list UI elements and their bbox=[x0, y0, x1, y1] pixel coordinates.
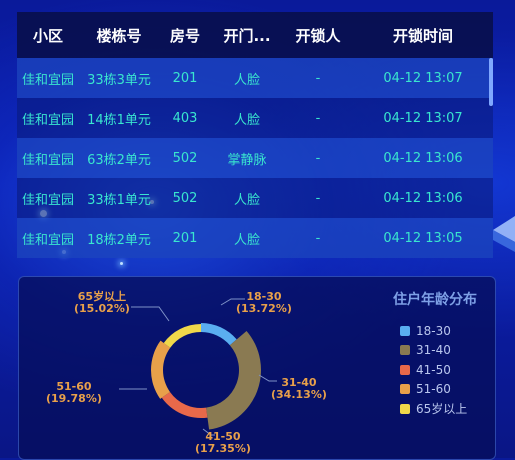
legend-label: 18-30 bbox=[416, 323, 451, 338]
table-row[interactable]: 佳和宜园 33栋3单元 201 人脸 - 04-12 13:07 bbox=[17, 58, 493, 98]
slice-18-30[interactable] bbox=[201, 323, 237, 346]
table-row[interactable]: 佳和宜园 33栋1单元 502 人脸 - 04-12 13:06 bbox=[17, 178, 493, 218]
legend-swatch bbox=[400, 384, 410, 395]
legend-label: 41-50 bbox=[416, 362, 451, 377]
legend-item-18-30[interactable]: 18-30 bbox=[400, 321, 467, 341]
legend-item-41-50[interactable]: 41-50 bbox=[400, 360, 467, 380]
slice-percent: (13.72%) bbox=[236, 302, 292, 315]
column-header-unlock-method[interactable]: 开门... bbox=[211, 25, 283, 46]
slice-65-plus[interactable] bbox=[163, 324, 201, 348]
cell-community: 佳和宜园 bbox=[21, 192, 74, 208]
column-header-room[interactable]: 房号 bbox=[159, 25, 211, 46]
slice-percent: (15.02%) bbox=[74, 302, 130, 315]
column-header-unlocker[interactable]: 开锁人 bbox=[283, 25, 353, 46]
table-header: 小区 楼栋号 房号 开门... 开锁人 开锁时间 bbox=[17, 12, 493, 58]
slice-label-65-plus: 65岁以上 (15.02%) bbox=[74, 291, 130, 315]
cell-unlock-method: 掌静脉 bbox=[227, 152, 267, 168]
cell-community: 佳和宜园 bbox=[21, 112, 74, 128]
cell-unlock-time: 04-12 13:06 bbox=[383, 150, 463, 166]
light-sparkle bbox=[120, 262, 123, 265]
legend-label: 51-60 bbox=[416, 382, 451, 397]
cell-building: 14栋1单元 bbox=[87, 112, 151, 128]
cell-community: 佳和宜园 bbox=[21, 232, 74, 248]
cell-community: 佳和宜园 bbox=[21, 72, 74, 88]
decorative-cube bbox=[493, 216, 515, 252]
slice-label-51-60: 51-60 (19.78%) bbox=[46, 381, 102, 405]
legend-item-51-60[interactable]: 51-60 bbox=[400, 380, 467, 400]
legend-swatch bbox=[400, 325, 410, 336]
slice-label-31-40: 31-40 (34.13%) bbox=[271, 377, 327, 401]
legend-label: 65岁以上 bbox=[416, 402, 468, 417]
cell-unlock-time: 04-12 13:05 bbox=[383, 230, 463, 246]
cell-unlock-method: 人脸 bbox=[233, 192, 260, 208]
cell-room: 502 bbox=[172, 150, 198, 166]
cell-unlocker: - bbox=[315, 230, 321, 246]
cell-unlocker: - bbox=[315, 150, 321, 166]
table-row[interactable]: 佳和宜园 14栋1单元 403 人脸 - 04-12 13:07 bbox=[17, 98, 493, 138]
legend-swatch bbox=[400, 345, 410, 356]
table-row[interactable]: 佳和宜园 18栋2单元 201 人脸 - 04-12 13:05 bbox=[17, 218, 493, 258]
slice-51-60[interactable] bbox=[151, 340, 171, 399]
column-header-building[interactable]: 楼栋号 bbox=[79, 25, 159, 46]
table-scrollbar[interactable] bbox=[489, 58, 493, 106]
slice-31-40[interactable] bbox=[206, 330, 261, 430]
cell-unlocker: - bbox=[315, 110, 321, 126]
table-row[interactable]: 佳和宜园 63栋2单元 502 掌静脉 - 04-12 13:06 bbox=[17, 138, 493, 178]
cell-unlocker: - bbox=[315, 70, 321, 86]
legend-swatch bbox=[400, 364, 410, 375]
leader-line-65-plus bbox=[131, 306, 170, 322]
cell-community: 佳和宜园 bbox=[21, 152, 74, 168]
cell-building: 63栋2单元 bbox=[87, 152, 151, 168]
cell-unlock-method: 人脸 bbox=[233, 72, 260, 88]
column-header-community[interactable]: 小区 bbox=[17, 25, 79, 46]
legend-item-31-40[interactable]: 31-40 bbox=[400, 341, 467, 361]
cell-building: 33栋3单元 bbox=[87, 72, 151, 88]
legend-label: 31-40 bbox=[416, 343, 451, 358]
cell-unlock-method: 人脸 bbox=[233, 232, 260, 248]
slice-label-18-30: 18-30 (13.72%) bbox=[236, 291, 292, 315]
cell-unlocker: - bbox=[315, 190, 321, 206]
slice-percent: (19.78%) bbox=[46, 392, 102, 405]
cell-room: 201 bbox=[172, 70, 198, 86]
cell-unlock-method: 人脸 bbox=[233, 112, 260, 128]
age-distribution-panel: 住户年龄分布 18-30 31-40 41-50 51-60 65岁以上 18-… bbox=[18, 276, 496, 460]
chart-title: 住户年龄分布 bbox=[393, 292, 477, 308]
cell-unlock-time: 04-12 13:07 bbox=[383, 70, 463, 86]
cell-unlock-time: 04-12 13:06 bbox=[383, 190, 463, 206]
cell-unlock-time: 04-12 13:07 bbox=[383, 110, 463, 126]
cell-room: 403 bbox=[172, 110, 198, 126]
unlock-records-table: 小区 楼栋号 房号 开门... 开锁人 开锁时间 佳和宜园 33栋3单元 201… bbox=[17, 12, 493, 258]
slice-percent: (17.35%) bbox=[195, 442, 251, 455]
cell-building: 18栋2单元 bbox=[87, 232, 151, 248]
cell-building: 33栋1单元 bbox=[87, 192, 151, 208]
slice-41-50[interactable] bbox=[161, 391, 208, 418]
slice-percent: (34.13%) bbox=[271, 388, 327, 401]
legend-swatch bbox=[400, 403, 410, 414]
cell-room: 201 bbox=[172, 230, 198, 246]
legend-item-65-plus[interactable]: 65岁以上 bbox=[400, 399, 467, 419]
chart-legend: 18-30 31-40 41-50 51-60 65岁以上 bbox=[400, 321, 467, 419]
cell-room: 502 bbox=[172, 190, 198, 206]
slice-label-41-50: 41-50 (17.35%) bbox=[195, 431, 251, 455]
column-header-unlock-time[interactable]: 开锁时间 bbox=[353, 25, 493, 46]
